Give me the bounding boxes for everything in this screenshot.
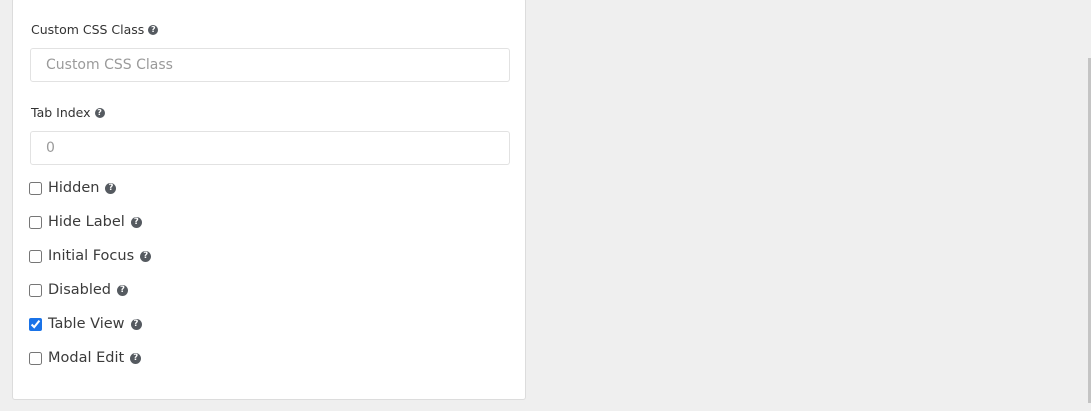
question-circle-icon[interactable]: ?	[105, 182, 117, 194]
question-circle-icon[interactable]: ?	[130, 216, 142, 228]
checkbox-row-modal-edit[interactable]: Modal Edit ?	[29, 349, 142, 367]
hidden-checkbox[interactable]	[29, 181, 42, 195]
disabled-checkbox[interactable]	[29, 283, 42, 297]
question-circle-icon[interactable]: ?	[117, 284, 128, 296]
checkbox-row-hide-label[interactable]: Hide Label ?	[29, 213, 142, 231]
page: Custom CSS Class ? Tab Index ? Hidden ? …	[0, 0, 1091, 411]
question-circle-icon[interactable]: ?	[130, 352, 142, 364]
table-view-checkbox[interactable]	[29, 317, 42, 331]
checkbox-row-table-view[interactable]: Table View ?	[29, 315, 142, 333]
custom-css-class-input[interactable]	[30, 48, 510, 82]
tab-index-label: Tab Index ?	[31, 105, 105, 121]
checkbox-row-hidden[interactable]: Hidden ?	[29, 179, 117, 197]
question-circle-icon[interactable]: ?	[148, 25, 159, 35]
checkbox-row-initial-focus[interactable]: Initial Focus ?	[29, 247, 152, 265]
question-circle-icon[interactable]: ?	[130, 318, 142, 330]
tab-index-input[interactable]	[30, 131, 510, 165]
modal-edit-checkbox[interactable]	[29, 351, 42, 365]
checkbox-row-disabled[interactable]: Disabled ?	[29, 281, 128, 299]
question-circle-icon[interactable]: ?	[140, 250, 152, 262]
initial-focus-checkbox[interactable]	[29, 249, 42, 263]
hide-label-checkbox[interactable]	[29, 215, 42, 229]
question-circle-icon[interactable]: ?	[94, 108, 105, 118]
custom-css-class-label: Custom CSS Class ?	[31, 22, 159, 38]
settings-panel: Custom CSS Class ? Tab Index ? Hidden ? …	[12, 0, 526, 400]
